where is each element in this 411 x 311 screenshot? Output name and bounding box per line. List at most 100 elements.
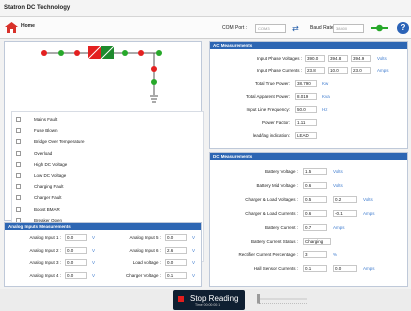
fault-indicator [16,195,21,201]
ac-measure-unit: Hz [322,107,328,112]
analog-input-value: 2.6 [165,246,187,254]
dc-measure-value: 0.2 [333,195,357,203]
analog-input-label: Analog Input 4 : [29,272,61,278]
ac-measure-value: 38.790 [295,80,317,87]
dc-measure-unit: Amps [333,224,345,230]
analog-input-value: 0.0 [65,234,87,241]
ac-measure-label: Input Line Frequency: [246,107,290,112]
analog-input-value: 0.0 [65,246,87,254]
analog-input-value: 0.1 [165,271,187,279]
dc-measure-value: 0.6 [303,209,327,217]
ac-measure-label: Total Apparent Power: [245,94,290,99]
analog-input-unit: V [92,260,96,265]
fault-item: Boost BMAR [16,205,196,215]
dc-measure-label: Hall Sensor Currents : [253,266,298,272]
fault-label: Low DC Voltage [34,173,67,178]
ac-measure-unit: Kw [322,81,329,86]
toolbar: Home COM Port : COM3 ⇄ Baud Rate : 38400… [0,17,411,39]
analog-input-label: Analog Input 5 : [129,235,161,240]
connect-plug-icon[interactable] [371,24,388,32]
ac-measure-value: 8.019 [295,93,317,100]
fault-item: Fuse Blown [16,126,196,136]
dc-measure-unit: % [333,252,338,258]
slider-ticks [257,303,307,304]
home-icon [5,22,18,33]
voltage-phase-1: 390.0 [305,55,325,62]
analog-input-row: Analog Input 2 : 0.0 V [5,246,103,256]
fault-label: Charging Fault [34,184,64,190]
ac-measure-label: Power Factor: [261,120,290,125]
fault-item: Overload [16,149,196,159]
ac-measure-row: Input Line Frequency: 50.0 Hz [210,105,409,115]
dc-measure-value: 0.7 [303,223,327,231]
analog-panel: Analog Inputs Measurements Analog Input … [4,222,202,287]
ac-measure-row: lead/lag indication: LEAD [210,131,409,141]
dc-measure-unit: Volts [333,182,343,188]
com-port-label: COM Port : [222,25,248,31]
current-unit: Amps [377,68,389,73]
ac-measure-row: Power Factor: 1.11 [210,118,409,128]
fault-label: Boost BMAR [34,206,60,212]
analog-input-unit: V [92,247,96,253]
dc-measure-row: Battery Voltage : 1.5 Volts [210,167,409,177]
ac-panel-title: AC Measurements [210,42,407,49]
analog-input-unit: V [92,272,96,278]
current-phase-3: 23.0 [351,67,371,74]
stop-reading-button[interactable]: Stop Reading Time 00:00:00:1 [173,290,245,310]
dc-measure-label: Battery Mid Voltage : [256,182,298,188]
dc-measure-row: Battery Current : 0.7 Amps [210,223,409,233]
fault-label: High DC Voltage [34,161,68,167]
fault-indicator [16,139,21,145]
analog-input-label: Load voltage : [132,260,161,265]
ac-measure-value: 1.11 [295,119,317,126]
input-phase-voltages-row: Input Phase Voltages : 390.0 394.8 394.9… [210,54,409,64]
ac-measure-value: 50.0 [295,106,317,113]
fault-item: Charger Fault [16,193,196,203]
analog-input-unit: V [192,272,196,278]
analog-input-unit: V [192,260,196,265]
analog-input-value: 0.0 [165,234,187,241]
ac-measure-row: Total Apparent Power: 8.019 Kva [210,92,409,102]
fault-label: Bridge Over Temperature [34,139,85,145]
dc-measure-row: Charger & Load Voltages : 0.5 0.2 Volts [210,195,409,205]
dc-measure-label: Battery Voltage : [264,169,298,174]
analog-input-row: Analog Input 3 : 0.0 V [5,258,103,268]
stop-reading-label: Stop Reading [190,294,239,303]
analog-input-unit: V [92,235,96,240]
baud-rate-select[interactable]: 38400 [333,24,364,33]
ac-measure-unit: Kva [322,94,330,99]
analog-input-value: 0.0 [65,271,87,279]
analog-input-row: Analog Input 1 : 0.0 V [5,233,103,243]
voltage-phase-2: 394.8 [328,55,348,62]
dc-measure-row: Charger & Load Currents : 0.6 -0.1 Amps [210,209,409,219]
fault-indicator [16,161,21,167]
bottom-bar: Stop Reading Time 00:00:00:1 [0,289,411,311]
dc-measure-value: 0.1 [303,265,327,273]
app-title: Statron DC Technology [0,0,411,17]
fault-item: High DC Voltage [16,160,196,170]
ac-panel: AC Measurements Input Phase Voltages : 3… [209,41,408,149]
fault-item: Low DC Voltage [16,171,196,181]
help-icon[interactable]: ? [397,22,409,34]
fault-indicator [16,128,21,134]
analog-input-value: 0.0 [165,259,187,266]
dc-measure-row: Battery Mid Voltage : 0.6 Volts [210,181,409,191]
fault-indicator [16,173,21,178]
fault-item: Mains Fault [16,115,196,125]
reading-slider[interactable] [257,294,307,304]
fault-label: Fuse Blown [34,128,58,134]
dc-panel-title: DC Measurements [210,153,407,160]
analog-input-label: Analog Input 2 : [29,247,61,253]
dc-measure-label: Rectifier Current Percentage : [238,252,298,258]
fault-item: Bridge Over Temperature [16,137,196,147]
home-label: Home [21,23,35,29]
dc-measure-row: Battery Current Status : Charging [210,237,409,247]
dc-measure-label: Battery Current Status : [250,238,298,244]
refresh-icon[interactable]: ⇄ [292,24,299,33]
dc-measure-value: 1.5 [303,168,327,175]
fault-indicator [16,150,21,156]
analog-input-label: Charger Voltage : [125,272,161,278]
com-port-select[interactable]: COM3 [255,24,286,33]
home-button[interactable]: Home [5,21,45,35]
analog-input-row: Analog Input 5 : 0.0 V [105,233,203,243]
